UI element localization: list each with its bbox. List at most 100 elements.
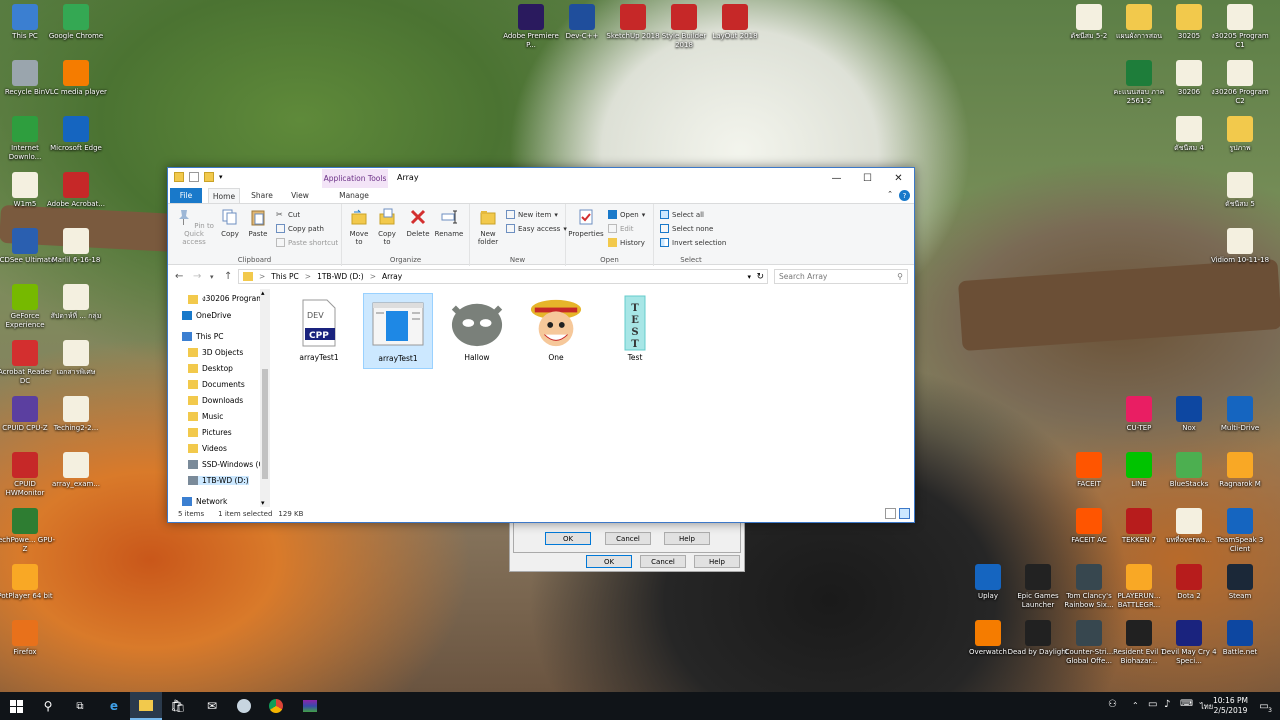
- invert-selection-button[interactable]: Invert selection: [660, 238, 726, 247]
- desktop-icon-5[interactable]: ดัชนีสม 5: [1209, 172, 1271, 209]
- nav-item-pictures[interactable]: Pictures: [188, 428, 232, 437]
- desktop-icon-item[interactable]: รูปภาพ: [1209, 116, 1271, 153]
- breadcrumb-this-pc[interactable]: This PC: [271, 272, 298, 281]
- taskbar-winrar[interactable]: [294, 692, 326, 720]
- history-button[interactable]: History: [608, 238, 645, 247]
- rename-button[interactable]: Rename: [434, 208, 464, 238]
- file-item-arraytest1-cpp[interactable]: DEV CPP arrayTest1: [284, 293, 354, 369]
- help-icon[interactable]: ?: [899, 190, 910, 201]
- recent-locations-icon[interactable]: ▾: [210, 273, 214, 281]
- close-button[interactable]: ✕: [883, 168, 914, 188]
- address-bar[interactable]: > This PC > 1TB-WD (D:) > Array ▾ ↻: [238, 269, 768, 284]
- back-arrow-icon[interactable]: ←: [175, 271, 183, 282]
- new-folder-quick-icon[interactable]: [204, 172, 214, 182]
- people-icon[interactable]: ⚇: [1108, 699, 1117, 710]
- dialog-front-cancel-button[interactable]: Cancel: [605, 532, 651, 545]
- taskbar-edge[interactable]: e: [98, 692, 130, 720]
- action-center-button[interactable]: ▭ 3: [1248, 692, 1280, 720]
- dialog-front-help-button[interactable]: Help: [664, 532, 710, 545]
- select-all-button[interactable]: Select all: [660, 210, 704, 219]
- tab-file[interactable]: File: [170, 188, 202, 203]
- taskbar-file-explorer[interactable]: [130, 692, 162, 720]
- large-icons-view-button[interactable]: [899, 508, 910, 519]
- desktop-icon-firefox[interactable]: Firefox: [0, 620, 56, 657]
- nav-item-ssd-windows-c[interactable]: SSD-Windows (C: [188, 460, 264, 469]
- up-arrow-icon[interactable]: ↑: [224, 271, 232, 282]
- tab-manage[interactable]: Manage: [328, 188, 380, 203]
- desktop-icon-teamspeak-3-client[interactable]: TeamSpeak 3 Client: [1209, 508, 1271, 554]
- paste-shortcut-button[interactable]: Paste shortcut: [276, 238, 338, 247]
- nav-item-videos[interactable]: Videos: [188, 444, 227, 453]
- tab-home[interactable]: Home: [208, 188, 240, 203]
- dialog-back-cancel-button[interactable]: Cancel: [640, 555, 686, 568]
- desktop-icon-marlil-6-16-18[interactable]: Marlil 6-16-18: [45, 228, 107, 265]
- copy-path-button[interactable]: Copy path: [276, 224, 324, 233]
- scroll-up-icon[interactable]: ▴: [261, 289, 265, 297]
- desktop-icon-google-chrome[interactable]: Google Chrome: [45, 4, 107, 41]
- dialog-back-ok-button[interactable]: OK: [586, 555, 632, 568]
- paste-button[interactable]: Paste: [245, 208, 271, 238]
- desktop-icon-microsoft-edge[interactable]: Microsoft Edge: [45, 116, 107, 153]
- properties-button[interactable]: Properties: [568, 208, 604, 238]
- desktop-icon-teching2-2[interactable]: Teching2-2...: [45, 396, 107, 433]
- desktop-icon-layout-2018[interactable]: LayOut 2018: [704, 4, 766, 41]
- select-none-button[interactable]: Select none: [660, 224, 713, 233]
- desktop-icon-techpowe-gpu-z[interactable]: TechPowe... GPU-Z: [0, 508, 56, 554]
- keyboard-icon[interactable]: ⌨: [1180, 699, 1193, 709]
- show-hidden-icons-icon[interactable]: ⌃: [1132, 701, 1139, 710]
- taskbar-steam[interactable]: [228, 692, 260, 720]
- open-button[interactable]: Open ▾: [608, 210, 645, 219]
- volume-icon[interactable]: ♪: [1164, 699, 1170, 710]
- navigation-scrollbar[interactable]: ▴ ▾: [260, 289, 270, 507]
- new-folder-button[interactable]: New folder: [474, 208, 502, 246]
- nav-item-music[interactable]: Music: [188, 412, 223, 421]
- tab-share[interactable]: Share: [246, 188, 278, 203]
- address-dropdown-icon[interactable]: ▾: [747, 273, 751, 281]
- desktop-icon-ragnarok-m[interactable]: Ragnarok M: [1209, 452, 1271, 489]
- desktop-icon-30206-program-c2[interactable]: ง30206 Program C2: [1209, 60, 1271, 106]
- nav-item-3d-objects[interactable]: 3D Objects: [188, 348, 243, 357]
- minimize-button[interactable]: —: [821, 168, 852, 188]
- navigation-scrollbar-thumb[interactable]: [262, 369, 268, 479]
- nav-item-1tb-wd-d[interactable]: 1TB-WD (D:): [188, 476, 249, 485]
- breadcrumb-array[interactable]: Array: [382, 272, 402, 281]
- dialog-back-help-button[interactable]: Help: [694, 555, 740, 568]
- nav-item-desktop[interactable]: Desktop: [188, 364, 233, 373]
- desktop-icon-vidiom-10-11-18[interactable]: Vidiom 10-11-18: [1209, 228, 1271, 265]
- title-bar[interactable]: ▾ Application Tools Array — ☐ ✕: [168, 168, 914, 188]
- move-to-button[interactable]: Move to: [346, 208, 372, 246]
- nav-item-this-pc[interactable]: This PC: [182, 332, 223, 341]
- search-input[interactable]: Search Array ⚲: [774, 269, 908, 284]
- desktop-icon-battle-net[interactable]: Battle.net: [1209, 620, 1271, 657]
- desktop-icon-steam[interactable]: Steam: [1209, 564, 1271, 601]
- desktop-icon-array-exam[interactable]: array_exam...: [45, 452, 107, 489]
- network-icon[interactable]: ▭: [1148, 699, 1157, 710]
- cut-button[interactable]: ✂ Cut: [276, 210, 300, 219]
- edit-button[interactable]: Edit: [608, 224, 634, 233]
- desktop-icon-vlc-media-player[interactable]: VLC media player: [45, 60, 107, 97]
- expand-ribbon-icon[interactable]: ⌃: [887, 190, 893, 201]
- copy-button[interactable]: Copy: [218, 208, 242, 238]
- file-item-test-test[interactable]: T E S T Test: [600, 293, 670, 369]
- customize-toolbar-icon[interactable]: ▾: [219, 173, 223, 181]
- system-clock[interactable]: 10:16 PM 2/5/2019: [1213, 696, 1248, 716]
- new-item-button[interactable]: New item ▾: [506, 210, 558, 219]
- properties-quick-icon[interactable]: [189, 172, 199, 182]
- file-item-hallow-hallow[interactable]: Hallow: [442, 293, 512, 369]
- desktop-icon-multi-drive[interactable]: Multi-Drive: [1209, 396, 1271, 433]
- file-item-one-one[interactable]: One: [521, 293, 591, 369]
- details-view-button[interactable]: [885, 508, 896, 519]
- file-item-arraytest1-exe[interactable]: arrayTest1: [363, 293, 433, 369]
- taskbar-chrome[interactable]: [260, 692, 292, 720]
- start-button[interactable]: [0, 692, 32, 720]
- nav-item-onedrive[interactable]: OneDrive: [182, 311, 231, 320]
- desktop-icon-item[interactable]: เอกสารพิเศษ: [45, 340, 107, 377]
- desktop-icon-30205-program-c1[interactable]: ง30205 Program C1: [1209, 4, 1271, 50]
- forward-arrow-icon[interactable]: →: [193, 271, 201, 282]
- copy-to-button[interactable]: Copy to: [374, 208, 400, 246]
- breadcrumb-drive[interactable]: 1TB-WD (D:): [317, 272, 364, 281]
- desktop-icon-item[interactable]: สัปดาห์ที่ ... กลุ่ม: [45, 284, 107, 321]
- easy-access-button[interactable]: Easy access ▾: [506, 224, 567, 233]
- taskbar-mail[interactable]: ✉: [196, 692, 228, 720]
- tab-view[interactable]: View: [284, 188, 316, 203]
